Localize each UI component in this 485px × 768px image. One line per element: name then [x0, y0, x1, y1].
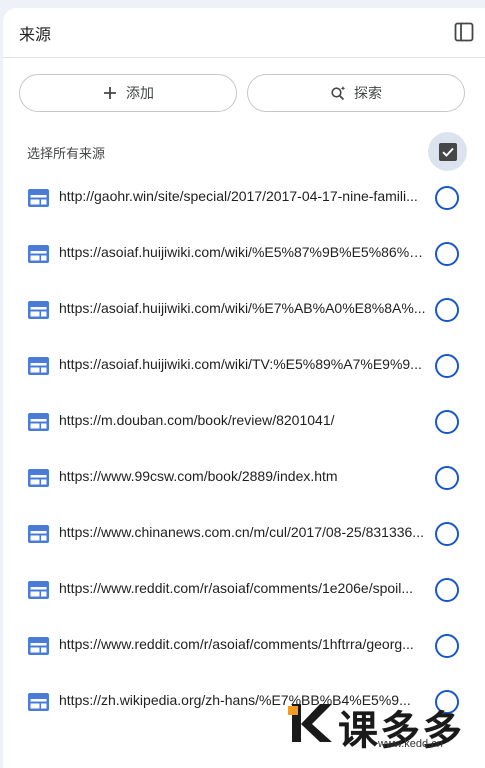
- check-icon: [438, 142, 457, 161]
- source-select-radio[interactable]: [435, 298, 459, 322]
- source-url: https://asoiaf.huijiwiki.com/wiki/%E5%87…: [59, 244, 427, 260]
- web-source-icon: [28, 189, 49, 207]
- source-url: https://www.chinanews.com.cn/m/cul/2017/…: [59, 524, 424, 540]
- plus-icon: [102, 85, 118, 101]
- source-select-radio[interactable]: [435, 410, 459, 434]
- select-all-row: 选择所有来源: [3, 132, 485, 172]
- source-list: http://gaohr.win/site/special/2017/2017-…: [3, 170, 485, 730]
- select-all-checkbox[interactable]: [428, 132, 467, 171]
- source-select-radio[interactable]: [435, 690, 459, 714]
- select-all-label: 选择所有来源: [27, 147, 106, 162]
- source-item[interactable]: https://asoiaf.huijiwiki.com/wiki/TV:%E5…: [3, 338, 485, 394]
- source-item[interactable]: https://asoiaf.huijiwiki.com/wiki/%E7%AB…: [3, 282, 485, 338]
- web-source-icon: [28, 693, 49, 711]
- source-url: https://www.99csw.com/book/2889/index.ht…: [59, 468, 338, 484]
- sources-panel: 来源 添加 探索 选择所有来源 http://gaohr.win/site/sp…: [3, 8, 485, 768]
- source-item[interactable]: https://www.chinanews.com.cn/m/cul/2017/…: [3, 506, 485, 562]
- web-source-icon: [28, 469, 49, 487]
- discover-sources-button[interactable]: 探索: [247, 74, 465, 112]
- source-actions: 添加 探索: [19, 74, 467, 114]
- web-source-icon: [28, 357, 49, 375]
- source-item[interactable]: https://www.99csw.com/book/2889/index.ht…: [3, 450, 485, 506]
- source-url: http://gaohr.win/site/special/2017/2017-…: [59, 188, 418, 204]
- panel-title: 来源: [19, 25, 52, 44]
- source-select-radio[interactable]: [435, 634, 459, 658]
- source-item[interactable]: https://www.reddit.com/r/asoiaf/comments…: [3, 562, 485, 618]
- source-url: https://asoiaf.huijiwiki.com/wiki/TV:%E5…: [59, 356, 422, 372]
- web-source-icon: [28, 637, 49, 655]
- source-item[interactable]: http://gaohr.win/site/special/2017/2017-…: [3, 170, 485, 226]
- source-item[interactable]: https://m.douban.com/book/review/8201041…: [3, 394, 485, 450]
- web-source-icon: [28, 581, 49, 599]
- source-select-radio[interactable]: [435, 242, 459, 266]
- web-source-icon: [28, 413, 49, 431]
- panel-header: 来源: [3, 8, 485, 58]
- search-sparkle-icon: [330, 85, 346, 101]
- source-select-radio[interactable]: [435, 522, 459, 546]
- source-url: https://asoiaf.huijiwiki.com/wiki/%E7%AB…: [59, 300, 426, 316]
- source-url: https://m.douban.com/book/review/8201041…: [59, 412, 335, 428]
- web-source-icon: [28, 525, 49, 543]
- source-select-radio[interactable]: [435, 186, 459, 210]
- source-item[interactable]: https://www.reddit.com/r/asoiaf/comments…: [3, 618, 485, 674]
- source-item[interactable]: https://zh.wikipedia.org/zh-hans/%E7%BB%…: [3, 674, 485, 730]
- sidebar-panel-icon[interactable]: [454, 22, 474, 42]
- web-source-icon: [28, 301, 49, 319]
- discover-sources-label: 探索: [354, 86, 382, 102]
- source-url: https://zh.wikipedia.org/zh-hans/%E7%BB%…: [59, 692, 411, 708]
- source-url: https://www.reddit.com/r/asoiaf/comments…: [59, 580, 414, 596]
- add-source-label: 添加: [126, 86, 154, 102]
- web-source-icon: [28, 245, 49, 263]
- add-source-button[interactable]: 添加: [19, 74, 237, 112]
- source-url: https://www.reddit.com/r/asoiaf/comments…: [59, 636, 414, 652]
- source-item[interactable]: https://asoiaf.huijiwiki.com/wiki/%E5%87…: [3, 226, 485, 282]
- source-select-radio[interactable]: [435, 578, 459, 602]
- source-select-radio[interactable]: [435, 466, 459, 490]
- source-select-radio[interactable]: [435, 354, 459, 378]
